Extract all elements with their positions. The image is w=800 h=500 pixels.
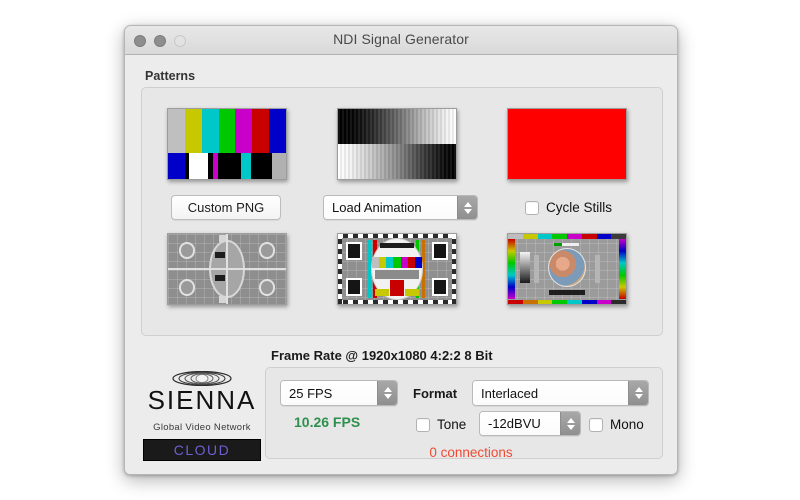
cycle-stills-checkbox[interactable]: [525, 200, 539, 215]
pattern-thumb-flat-red-field[interactable]: [507, 108, 627, 180]
chevron-up-icon: [566, 417, 575, 423]
mono-checkbox-row[interactable]: Mono: [589, 417, 644, 432]
sienna-tagline: Global Video Network: [153, 422, 251, 433]
chevron-up-icon: [383, 387, 392, 392]
screen: NDI Signal Generator Patterns Custom PNG…: [0, 0, 800, 500]
load-animation-value: Load Animation: [324, 196, 457, 219]
cycle-stills-checkbox-row[interactable]: Cycle Stills: [525, 200, 612, 215]
framerate-header: Frame Rate @ 1920x1080 4:2:2 8 Bit: [271, 348, 493, 363]
photo-test-card-art: [508, 234, 626, 304]
pattern-thumb-mono-test-card[interactable]: [167, 233, 287, 305]
chevron-down-icon: [634, 394, 643, 399]
tone-label: Tone: [437, 417, 467, 432]
pattern-thumb-color-test-card[interactable]: [337, 233, 457, 305]
pattern-thumb-grayscale-ramp[interactable]: [337, 108, 457, 180]
chevron-down-icon: [463, 208, 472, 214]
patterns-group-label: Patterns: [145, 69, 196, 83]
pattern-thumb-smpte-color-bars[interactable]: [167, 108, 287, 180]
sienna-wordmark: SIENNA: [147, 385, 257, 415]
tone-checkbox[interactable]: [416, 417, 430, 432]
gray-ramp: [338, 109, 456, 179]
fps-select[interactable]: 25 FPS: [280, 380, 398, 406]
live-fps-readout: 10.26 FPS: [294, 414, 361, 430]
cloud-badge: CLOUD: [143, 439, 261, 461]
color-test-card-art: [338, 234, 456, 304]
tone-level-stepper[interactable]: [560, 412, 580, 435]
cloud-badge-label: CLOUD: [173, 442, 231, 458]
tone-level-value: -12dBVU: [480, 412, 560, 435]
format-stepper[interactable]: [628, 381, 648, 405]
color-bars-top: [168, 109, 286, 154]
load-animation-select[interactable]: Load Animation: [323, 195, 478, 220]
load-animation-stepper[interactable]: [457, 196, 477, 219]
tone-checkbox-row[interactable]: Tone: [416, 417, 466, 432]
format-select[interactable]: Interlaced: [472, 380, 649, 406]
title-bar[interactable]: NDI Signal Generator: [125, 26, 677, 55]
window-content: Patterns Custom PNG Load Animation Cycle…: [125, 55, 677, 474]
tone-level-select[interactable]: -12dBVU: [479, 411, 581, 436]
chevron-up-icon: [463, 201, 472, 207]
fps-stepper[interactable]: [377, 381, 397, 405]
cycle-stills-label: Cycle Stills: [546, 200, 613, 215]
custom-png-button[interactable]: Custom PNG: [171, 195, 281, 220]
format-label: Format: [413, 386, 458, 401]
app-window: NDI Signal Generator Patterns Custom PNG…: [124, 25, 678, 475]
sienna-logo: SIENNA Global Video Network CLOUD: [143, 370, 261, 461]
mono-label: Mono: [610, 417, 644, 432]
format-value: Interlaced: [473, 381, 628, 405]
chevron-up-icon: [634, 387, 643, 392]
mono-checkbox[interactable]: [589, 417, 603, 432]
chevron-down-icon: [383, 394, 392, 399]
flat-red: [508, 109, 626, 179]
window-title: NDI Signal Generator: [333, 31, 469, 47]
chevron-down-icon: [566, 424, 575, 430]
mono-test-card-art: [168, 234, 286, 304]
color-bars-bottom: [168, 153, 286, 179]
sienna-globe-icon: [172, 370, 232, 387]
pattern-thumb-photo-test-card[interactable]: [507, 233, 627, 305]
fps-value: 25 FPS: [281, 381, 377, 405]
